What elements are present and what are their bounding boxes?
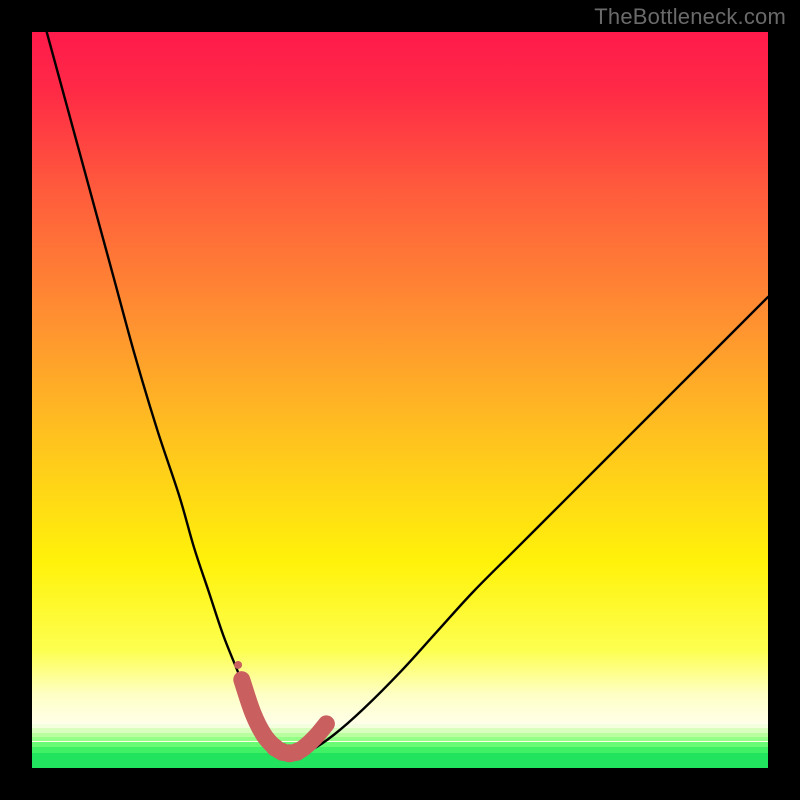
highlight-dot (307, 729, 323, 745)
highlight-dot (320, 718, 332, 730)
outlier-dot (234, 661, 242, 669)
curve-layer (32, 32, 768, 768)
watermark-text: TheBottleneck.com (594, 4, 786, 30)
highlight-dot (245, 705, 261, 721)
chart-frame: TheBottleneck.com (0, 0, 800, 800)
highlight-dot (237, 675, 247, 685)
plot-area (32, 32, 768, 768)
bottleneck-curve (47, 32, 768, 754)
